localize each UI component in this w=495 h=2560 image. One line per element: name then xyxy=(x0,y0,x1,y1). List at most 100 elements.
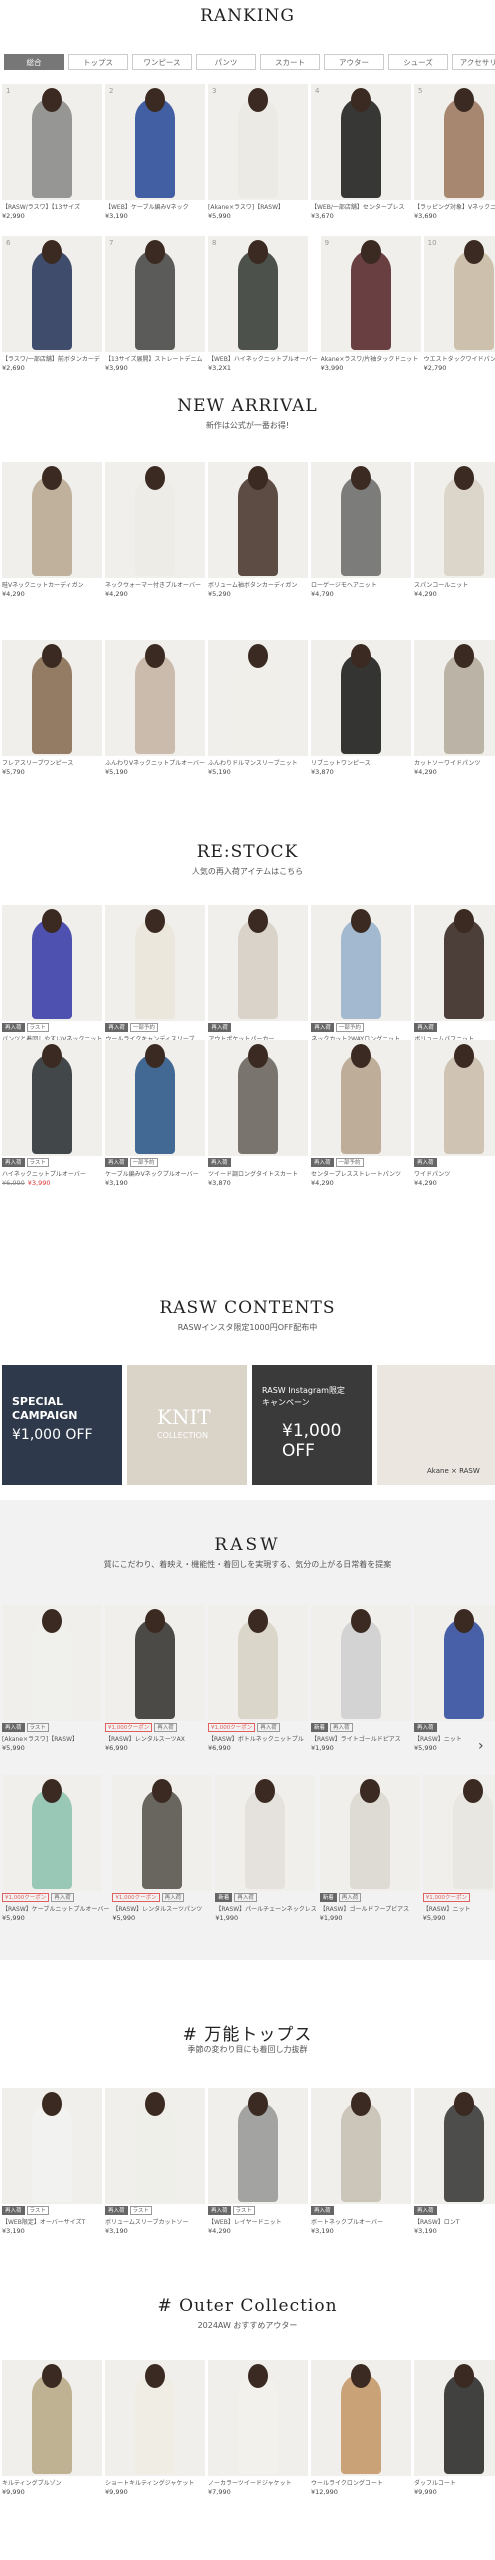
product-name[interactable]: フレアスリーブワンピース xyxy=(2,758,102,767)
product-image[interactable] xyxy=(2,2360,102,2476)
product-image[interactable] xyxy=(414,1605,495,1721)
tab-3[interactable]: パンツ xyxy=(196,54,256,70)
product-card[interactable]: 再入荷 ボートネックプルオーバー ¥3,190 xyxy=(311,2088,411,2235)
product-card[interactable]: 新着 再入荷 【RASW】パールチェーンネックレス ¥1,990 xyxy=(215,1775,317,1922)
product-image[interactable]: 2 xyxy=(105,84,205,200)
product-card[interactable]: 再入荷 ラスト 【WEB限定】オーバーサイズT ¥3,190 xyxy=(2,2088,102,2235)
product-image[interactable] xyxy=(2,1605,102,1721)
product-name[interactable]: ボリューム袖ボタンカーディガン xyxy=(208,580,308,589)
product-card[interactable]: キルティングブルゾン ¥9,990 xyxy=(2,2360,102,2496)
product-card[interactable]: 6 【ラスワ/一部店舗】前ボタンカーデ ¥2,690 xyxy=(2,236,102,372)
product-image[interactable]: 4 xyxy=(311,84,411,200)
product-name[interactable]: ハイネックニットプルオーバー xyxy=(2,1169,102,1178)
product-name[interactable]: リブニットワンピース xyxy=(311,758,411,767)
product-card[interactable]: 再入荷 ワイドパンツ ¥4,290 xyxy=(414,1040,495,1187)
product-card[interactable]: 再入荷一部予約ウールライクキャンディスリーブ¥3,290 xyxy=(105,905,206,1052)
product-image[interactable] xyxy=(105,1040,205,1156)
product-image[interactable] xyxy=(311,905,412,1021)
product-image[interactable] xyxy=(105,2360,205,2476)
product-name[interactable]: 【ラスワ/一部店舗】前ボタンカーデ xyxy=(2,354,102,363)
product-card[interactable]: 2 【WEB】ケーブル編みVネック ¥3,190 xyxy=(105,84,205,220)
product-name[interactable]: ワイドパンツ xyxy=(414,1169,495,1178)
product-name[interactable]: ローゲージモヘアニット xyxy=(311,580,411,589)
product-card[interactable]: 新着 再入荷 【RASW】ライトゴールドピアス ¥1,990 xyxy=(311,1605,411,1752)
product-card[interactable]: 新着 再入荷 【RASW】ゴールドフープピアス ¥1,990 xyxy=(319,1775,420,1922)
product-image[interactable] xyxy=(311,640,412,756)
product-card[interactable]: 再入荷ラストパンツと着回しやすいVネックニット¥5,990¥2,990 xyxy=(2,905,102,1052)
product-image[interactable]: 1 xyxy=(2,84,102,200)
product-name[interactable]: 畦Vネックニットカーディガン xyxy=(2,580,102,589)
product-image[interactable] xyxy=(414,905,495,1021)
product-card[interactable]: ローゲージモヘアニット ¥4,790 xyxy=(311,462,411,598)
product-card[interactable]: 再入荷 【RASW】ロンT ¥3,190 xyxy=(414,2088,495,2235)
product-card[interactable]: 4 【WEB/一部店舗】センタープレス ¥3,670 xyxy=(311,84,411,220)
product-image[interactable] xyxy=(422,1775,495,1891)
product-card[interactable]: 7 【13サイズ展開】ストレートデニム ¥3,990 xyxy=(105,236,205,372)
product-card[interactable]: 5 【ラッピング対象】Vネックニット¥3,690 xyxy=(414,84,495,220)
product-name[interactable]: センタープレスストレートパンツ xyxy=(311,1169,411,1178)
product-image[interactable] xyxy=(105,640,205,756)
product-name[interactable]: Akane×ラスワ/片袖タックドニット xyxy=(321,354,421,363)
product-name[interactable]: ボートネックプルオーバー xyxy=(311,2217,411,2226)
product-image[interactable] xyxy=(2,1040,102,1156)
product-name[interactable]: ネックウォーマー付きプルオーバー xyxy=(105,580,205,589)
akane-rasw-banner[interactable]: Akane × RASW xyxy=(377,1365,495,1485)
product-card[interactable]: ¥1,000クーポン 再入荷 【RASW】レンタルスーツパンツ ¥5,990 xyxy=(112,1775,213,1922)
product-image[interactable] xyxy=(414,2088,495,2204)
product-name[interactable]: 【RASW】レンタルスーツAX xyxy=(105,1734,205,1743)
product-image[interactable] xyxy=(208,905,309,1021)
product-name[interactable]: 【WEB】ケーブル編みVネック xyxy=(105,202,205,211)
product-name[interactable]: ツイード調ロングタイトスカート xyxy=(208,1169,308,1178)
product-card[interactable]: 1 【RASW/ラスワ】【13サイズ ¥2,990 xyxy=(2,84,102,220)
product-card[interactable]: 畦Vネックニットカーディガン ¥4,290 xyxy=(2,462,102,598)
product-card[interactable]: ¥1,000クーポン 【RASW】ニット ¥5,990 xyxy=(422,1775,495,1922)
product-image[interactable] xyxy=(319,1775,420,1891)
tab-1[interactable]: トップス xyxy=(68,54,128,70)
product-card[interactable]: 再入荷 ラスト ボリュームスリーブカットソー ¥3,190 xyxy=(105,2088,205,2235)
product-name[interactable]: 【RASW】レンタルスーツパンツ xyxy=(112,1904,212,1913)
product-card[interactable]: 再入荷 ラスト 【WEB】レイヤードニット ¥4,290 xyxy=(208,2088,308,2235)
product-name[interactable]: ダッフルコート xyxy=(414,2478,495,2487)
tab-7[interactable]: アクセサリー xyxy=(452,54,495,70)
tab-0[interactable]: 総合 xyxy=(4,54,64,70)
product-name[interactable]: 【13サイズ展開】ストレートデニム xyxy=(105,354,205,363)
product-name[interactable]: 【WEB】レイヤードニット xyxy=(208,2217,308,2226)
product-card[interactable]: ¥1,000クーポン 再入荷 【RASW】ボトルネックニットプル ¥6,990 xyxy=(208,1605,308,1752)
product-card[interactable]: 再入荷 一部予約 センタープレスストレートパンツ ¥4,290 xyxy=(311,1040,411,1187)
product-name[interactable]: ふんわりドルマンスリーブニット xyxy=(208,758,308,767)
product-card[interactable]: ウールライクロングコート ¥12,990 xyxy=(311,2360,411,2496)
product-card[interactable]: ネックウォーマー付きプルオーバー ¥4,290 xyxy=(105,462,205,598)
product-card[interactable]: 再入荷一部予約ネックカット2WAYロングニット¥4,790 xyxy=(311,905,412,1052)
product-card[interactable]: ノーカラーツイードジャケット ¥7,990 xyxy=(208,2360,308,2496)
tab-5[interactable]: アウター xyxy=(324,54,384,70)
product-name[interactable]: ショートキルティングジャケット xyxy=(105,2478,205,2487)
product-image[interactable] xyxy=(105,2088,205,2204)
product-image[interactable] xyxy=(311,2360,411,2476)
product-name[interactable]: ノーカラーツイードジャケット xyxy=(208,2478,308,2487)
product-image[interactable] xyxy=(2,1775,102,1891)
knit-collection-banner[interactable]: KNIT COLLECTION xyxy=(127,1365,247,1485)
product-name[interactable]: 【ラッピング対象】Vネックニット xyxy=(414,202,495,211)
product-image[interactable] xyxy=(311,1040,411,1156)
instagram-campaign-banner[interactable]: RASW Instagram限定 キャンペーン ¥1,000 OFF xyxy=(252,1365,372,1485)
chevron-right-icon[interactable]: › xyxy=(478,1738,484,1754)
product-card[interactable]: 再入荷 ツイード調ロングタイトスカート ¥3,870 xyxy=(208,1040,308,1187)
product-name[interactable]: 【RASW】ニット xyxy=(423,1904,495,1913)
product-card[interactable]: スパンコールニット ¥4,290 xyxy=(414,462,495,598)
product-card[interactable]: リブニットワンピース ¥3,870 xyxy=(311,640,412,776)
product-name[interactable]: 【WEB/一部店舗】センタープレス xyxy=(311,202,411,211)
product-image[interactable]: 5 xyxy=(414,84,495,200)
product-image[interactable] xyxy=(208,2360,308,2476)
product-card[interactable]: ふんわりVネックニットプルオーバー ¥5,190 xyxy=(105,640,205,776)
product-card[interactable]: カットソーワイドパンツ ¥4,290 xyxy=(414,640,495,776)
product-card[interactable]: ショートキルティングジャケット ¥9,990 xyxy=(105,2360,205,2496)
product-image[interactable] xyxy=(2,640,102,756)
product-name[interactable]: [Akane×ラスワ]【RASW】 xyxy=(2,1734,102,1743)
product-image[interactable]: 10 xyxy=(423,236,495,352)
product-name[interactable]: 【RASW】ゴールドフープピアス xyxy=(320,1904,420,1913)
product-name[interactable]: ケーブル編みVネックプルオーバー xyxy=(105,1169,205,1178)
product-image[interactable] xyxy=(414,2360,495,2476)
product-card[interactable]: 3 [Akane×ラスワ]【RASW】 ¥5,990 xyxy=(208,84,308,220)
product-image[interactable] xyxy=(414,1040,495,1156)
product-card[interactable]: ふんわりドルマンスリーブニット ¥5,190 xyxy=(208,640,309,776)
